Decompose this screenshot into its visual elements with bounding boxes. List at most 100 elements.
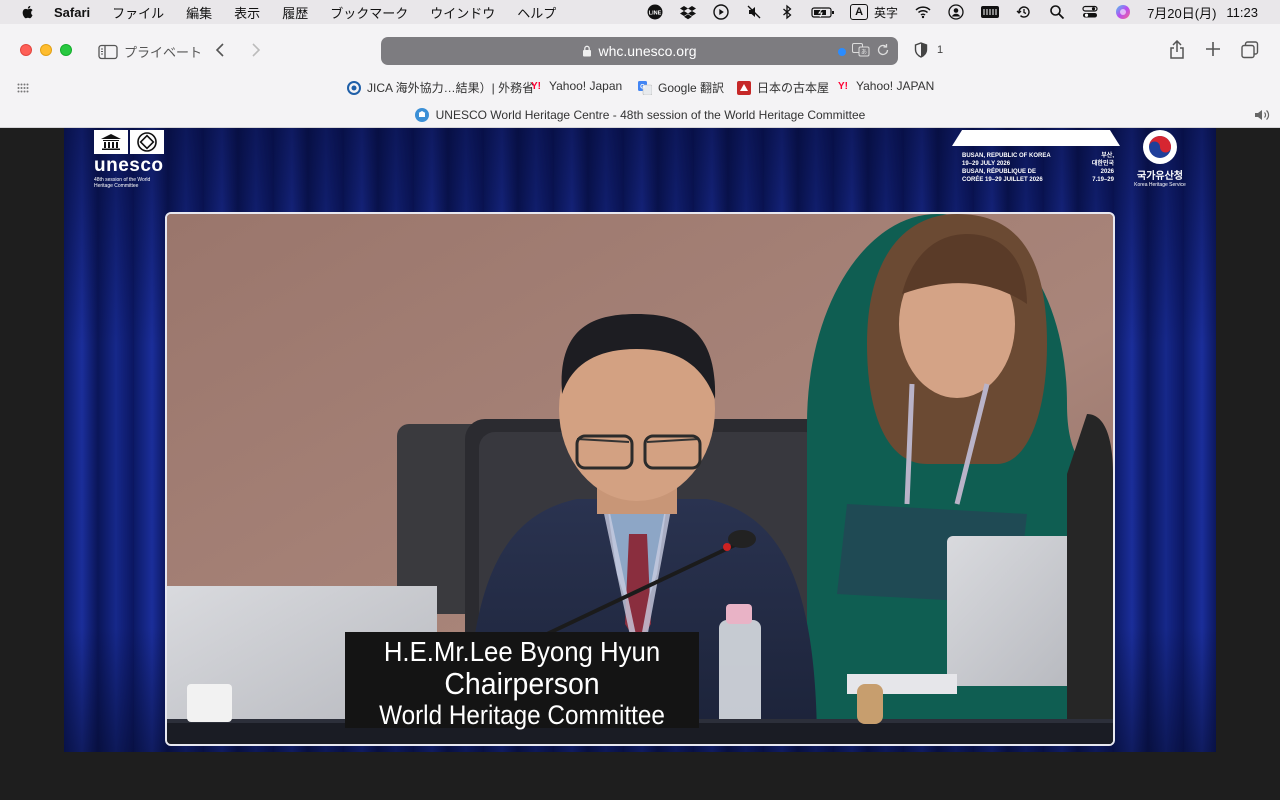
speaker-committee: World Heritage Committee — [379, 700, 665, 730]
korea-heritage-logo: 국가유산청 Korea Heritage Service — [1130, 130, 1190, 188]
busan-line-kr: 2026 — [1100, 169, 1114, 175]
url-text[interactable]: whc.unesco.org — [598, 43, 696, 59]
user-icon[interactable] — [947, 4, 965, 20]
privacy-report-button[interactable]: 1 — [914, 42, 943, 58]
menu-view[interactable]: 表示 — [234, 3, 260, 22]
session-label: 48th session of the World Heritage Commi… — [94, 177, 151, 189]
bookmark-label: Yahoo! JAPAN — [856, 79, 935, 93]
mute-icon[interactable] — [745, 4, 763, 20]
taegeuk-icon — [1143, 130, 1177, 164]
back-button[interactable] — [214, 42, 226, 58]
yahoo-icon: Y! — [838, 80, 848, 92]
favorites-bar: JICA 海外協力…結果）| 外務省 Y! Yahoo! Japan G Goo… — [0, 76, 1280, 98]
tab-active[interactable]: UNESCO World Heritage Centre - 48th sess… — [0, 102, 1280, 128]
new-tab-button[interactable] — [1205, 41, 1221, 57]
menubar-clock[interactable]: 11:23 — [1226, 5, 1258, 20]
dropbox-icon[interactable] — [679, 4, 697, 20]
close-window-button[interactable] — [20, 44, 32, 56]
unesco-emblems — [94, 130, 164, 154]
chevron-left-icon — [214, 42, 226, 58]
line-icon[interactable]: LINE — [646, 4, 664, 20]
browser-toolbar: プライベート whc.unesco.org あ 1 JICA 海外協力…結果）| — [0, 24, 1280, 128]
busan-banner — [952, 130, 1120, 146]
keyboard-icon[interactable] — [980, 4, 1000, 20]
zoom-window-button[interactable] — [60, 44, 72, 56]
wifi-icon[interactable] — [914, 4, 932, 20]
unesco-wordmark: unesco — [94, 155, 164, 176]
bookmark-label: 日本の古本屋 — [757, 81, 830, 95]
menu-bookmarks[interactable]: ブックマーク — [330, 3, 408, 22]
busan-text: BUSAN, REPUBLIC OF KOREA 19–29 JULY 2026… — [952, 152, 1120, 184]
korea-heritage-name: 국가유산청 — [1137, 171, 1183, 182]
busan-line-kr: 부산, — [1101, 153, 1114, 159]
media-indicator-icon[interactable] — [838, 47, 846, 56]
kosho-icon — [737, 80, 751, 95]
tab-overview-button[interactable] — [1241, 41, 1259, 59]
play-icon[interactable] — [712, 4, 730, 20]
speaker-name: H.E.Mr.Lee Byong Hyun — [383, 636, 661, 667]
menu-app-safari[interactable]: Safari — [54, 5, 90, 20]
page-content: unesco 48th session of the World Heritag… — [0, 128, 1280, 800]
reload-icon[interactable] — [876, 43, 890, 60]
unesco-temple-icon — [94, 130, 128, 154]
video-player[interactable]: unesco 48th session of the World Heritag… — [64, 128, 1216, 752]
sidebar-icon — [98, 44, 118, 60]
menu-file[interactable]: ファイル — [112, 3, 164, 22]
bookmark-google-translate[interactable]: G Google 翻訳 — [638, 79, 724, 96]
jica-icon — [347, 80, 361, 95]
busan-session-logo: BUSAN, REPUBLIC OF KOREA 19–29 JULY 2026… — [952, 130, 1120, 184]
share-icon — [1168, 40, 1186, 60]
siri-icon[interactable] — [1114, 4, 1132, 20]
sidebar-toggle-button[interactable]: プライベート — [98, 42, 202, 61]
private-label: プライベート — [124, 45, 203, 60]
minimize-window-button[interactable] — [40, 44, 52, 56]
menu-window[interactable]: ウインドウ — [430, 3, 495, 22]
bookmark-label: Google 翻訳 — [658, 81, 725, 95]
menu-history[interactable]: 履歴 — [282, 3, 308, 22]
battery-icon[interactable] — [811, 4, 835, 20]
korea-heritage-subtitle: Korea Heritage Service — [1134, 182, 1186, 188]
spotlight-icon[interactable] — [1048, 4, 1066, 20]
menubar-date[interactable]: 7月20日(月) — [1147, 3, 1216, 22]
shield-icon — [914, 42, 928, 58]
tab-overview-icon — [1241, 41, 1259, 59]
share-button[interactable] — [1168, 40, 1186, 60]
address-bar[interactable]: whc.unesco.org あ — [381, 37, 898, 65]
bookmark-kosho[interactable]: 日本の古本屋 — [737, 79, 829, 96]
bluetooth-icon[interactable] — [778, 4, 796, 20]
menu-bar: Safari ファイル 編集 表示 履歴 ブックマーク ウインドウ ヘルプ LI… — [0, 0, 1280, 24]
grid-icon[interactable] — [17, 82, 29, 96]
tracker-count: 1 — [937, 44, 944, 56]
busan-line-kr: 7.19–29 — [1092, 177, 1114, 183]
menu-help[interactable]: ヘルプ — [517, 3, 556, 22]
speaker-video-frame: H.E.Mr.Lee Byong Hyun Chairperson World … — [165, 212, 1115, 746]
control-center-icon[interactable] — [1081, 4, 1099, 20]
lock-icon — [582, 45, 592, 57]
bookmark-jica[interactable]: JICA 海外協力…結果）| 外務省 — [347, 79, 534, 96]
translate-icon[interactable]: あ — [852, 43, 870, 60]
svg-text:あ: あ — [861, 49, 867, 56]
input-mode-icon[interactable]: A — [850, 4, 869, 20]
menu-edit[interactable]: 編集 — [186, 3, 212, 22]
speaker-role: Chairperson — [444, 666, 600, 701]
bookmark-label: JICA 海外協力…結果）| 外務省 — [367, 81, 535, 95]
busan-line: 19–29 JULY 2026 — [962, 161, 1011, 167]
chevron-right-icon — [250, 42, 262, 58]
bookmark-label: Yahoo! Japan — [549, 79, 623, 93]
svg-text:LINE: LINE — [649, 11, 662, 17]
apple-icon[interactable] — [20, 4, 36, 20]
time-machine-icon[interactable] — [1015, 4, 1033, 20]
forward-button[interactable] — [250, 42, 262, 58]
input-mode-label[interactable]: 英字 — [874, 4, 898, 21]
unesco-logo: unesco 48th session of the World Heritag… — [94, 130, 164, 189]
bookmark-yahoo-japan-2[interactable]: Y! Yahoo! JAPAN — [836, 79, 934, 93]
plus-icon — [1205, 41, 1221, 57]
busan-line-kr: 대한민국 — [1091, 161, 1114, 167]
tab-title: UNESCO World Heritage Centre - 48th sess… — [435, 108, 866, 122]
svg-text:G: G — [640, 84, 645, 90]
unesco-favicon-icon — [414, 108, 429, 122]
bookmark-yahoo-japan[interactable]: Y! Yahoo! Japan — [529, 79, 622, 93]
yahoo-icon: Y! — [531, 80, 541, 92]
speaker-icon[interactable] — [1254, 108, 1270, 125]
busan-line: CORÉE 19–29 JUILLET 2026 — [962, 177, 1043, 183]
